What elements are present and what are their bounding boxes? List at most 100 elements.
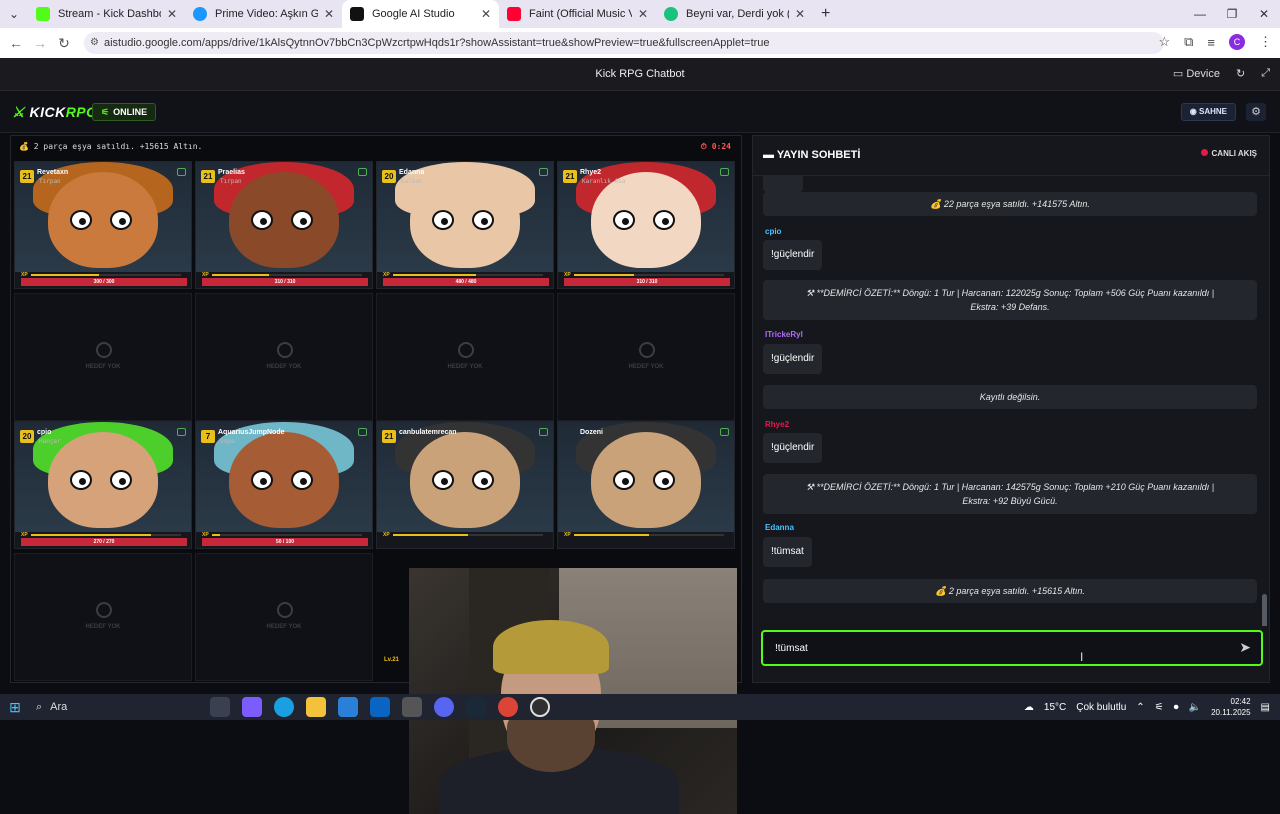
chat-username[interactable]: Edanna <box>765 523 794 532</box>
hp-bar: 480 / 480 <box>383 278 549 286</box>
address-bar-row: ← → ↻ ⚙ aistudio.google.com/apps/drive/1… <box>0 28 1280 58</box>
empty-target-label: HEDEF YOK <box>447 364 483 370</box>
status-check-icon <box>177 428 186 436</box>
chat-username[interactable]: cpio <box>765 227 781 236</box>
character-face <box>229 432 339 528</box>
character-eye <box>110 210 132 230</box>
chat-scrollbar[interactable] <box>1262 594 1267 626</box>
browser-tab-prime[interactable]: Prime Video: Aşkın Gücü ✕ <box>185 0 342 28</box>
player-name: Edanna <box>399 169 425 176</box>
sahne-button[interactable]: ◉ SAHNE <box>1180 103 1236 121</box>
new-tab-icon[interactable]: + <box>821 5 830 23</box>
character-portrait <box>558 422 734 532</box>
profile-avatar[interactable]: C <box>1229 34 1245 50</box>
maximize-icon[interactable]: ❐ <box>1216 0 1248 28</box>
fullscreen-icon[interactable]: ⤢ <box>1261 67 1270 80</box>
speaker-icon[interactable]: 🔈 <box>1189 702 1201 713</box>
close-tab-icon[interactable]: ✕ <box>638 7 648 21</box>
online-badge: ⚟ ONLINE <box>92 103 157 121</box>
close-window-icon[interactable]: ✕ <box>1248 0 1280 28</box>
xp-fill <box>31 534 151 536</box>
player-name: Revetaxn <box>37 169 69 176</box>
chat-input[interactable] <box>775 640 1215 656</box>
discord-icon[interactable] <box>434 697 454 717</box>
character-face <box>48 172 158 268</box>
minimize-icon[interactable]: — <box>1184 0 1216 28</box>
character-face <box>591 172 701 268</box>
extensions-icon[interactable]: ⧉ <box>1184 34 1193 50</box>
system-message: 💰 22 parça eşya satıldı. +141575 Altın. <box>763 192 1257 216</box>
file-explorer-icon[interactable] <box>306 697 326 717</box>
browser-tab-chatgpt[interactable]: Beyni var, Derdi yok (Yapay ✕ <box>656 0 813 28</box>
empty-target-slot: HEDEF YOK <box>557 293 735 421</box>
settings-gear-icon[interactable]: ⚙ <box>1246 103 1266 121</box>
obs-icon[interactable] <box>530 697 550 717</box>
edge-icon[interactable] <box>274 697 294 717</box>
tab-title: Google AI Studio <box>372 8 455 20</box>
reload-icon[interactable]: ↻ <box>52 35 76 52</box>
status-check-icon <box>720 428 729 436</box>
close-tab-icon[interactable]: ✕ <box>324 7 334 21</box>
media-icon[interactable]: ≡ <box>1207 35 1215 50</box>
device-label: Device <box>1186 68 1220 80</box>
character-face <box>48 432 158 528</box>
hp-bar: 270 / 270 <box>21 538 187 546</box>
chat-input-box[interactable]: ➤ <box>761 630 1263 666</box>
xp-bar <box>574 534 724 536</box>
xp-label: XP <box>383 532 390 538</box>
store-icon[interactable] <box>338 697 358 717</box>
browser-tab-kick[interactable]: Stream - Kick Dashboard ✕ <box>28 0 185 28</box>
online-label: ONLINE <box>113 107 148 117</box>
send-icon[interactable]: ➤ <box>1239 639 1251 656</box>
hp-bar: 50 / 100 <box>202 538 368 546</box>
device-button[interactable]: ▭ Device <box>1173 67 1220 80</box>
notifications-icon[interactable]: ▤ <box>1261 702 1270 713</box>
chat-username[interactable]: ITrickeRyl <box>765 330 803 339</box>
close-tab-icon[interactable]: ✕ <box>795 7 805 21</box>
chat-username[interactable]: Rhye2 <box>765 420 789 429</box>
task-view-icon[interactable] <box>210 697 230 717</box>
app-icon[interactable] <box>402 697 422 717</box>
forward-icon[interactable]: → <box>28 35 52 51</box>
windows-start-icon[interactable]: ⊞ <box>0 699 30 716</box>
xp-bar <box>31 274 181 276</box>
bookmark-star-icon[interactable]: ☆ <box>1158 34 1170 50</box>
youtube-favicon-icon <box>507 7 521 21</box>
system-tray: ☁ 15°C Çok bulutlu ⌃ ⚟ ⏺ 🔈 02:42 20.11.2… <box>1024 696 1270 718</box>
wifi-icon: ⚟ <box>101 107 110 117</box>
game-stage: 💰 2 parça eşya satıldı. +15615 Altın. ⏱ … <box>10 135 742 814</box>
back-icon[interactable]: ← <box>4 35 28 51</box>
refresh-icon[interactable]: ↻ <box>1236 67 1245 80</box>
player-name: canbulatemrecan <box>399 429 457 436</box>
player-name: Dozeni <box>580 429 603 436</box>
copilot-icon[interactable] <box>242 697 262 717</box>
xp-bar <box>574 274 724 276</box>
partial-level-label: Lv.21 <box>384 657 399 663</box>
close-tab-icon[interactable]: ✕ <box>167 7 177 21</box>
chrome-icon[interactable] <box>498 697 518 717</box>
xp-fill <box>574 534 649 536</box>
url-field[interactable]: ⚙ aistudio.google.com/apps/drive/1kAlsQy… <box>84 32 1164 54</box>
wifi-tray-icon[interactable]: ⚟ <box>1155 702 1164 713</box>
hp-bar: 310 / 310 <box>564 278 730 286</box>
xp-fill <box>393 534 468 536</box>
browser-tab-youtube[interactable]: Faint (Official Music Video) [4K ✕ <box>499 0 656 28</box>
weather-icon[interactable]: ☁ <box>1024 702 1034 713</box>
tray-chevron-icon[interactable]: ⌃ <box>1136 702 1144 713</box>
windows-taskbar: ⊞ ⌕ Ara ☁ 15°C Çok bulutlu ⌃ ⚟ ⏺ 🔈 02:42 … <box>0 694 1280 720</box>
close-tab-icon[interactable]: ✕ <box>481 7 491 21</box>
microphone-icon[interactable]: ⏺ <box>1174 702 1179 713</box>
site-info-icon[interactable]: ⚙ <box>90 32 99 54</box>
browser-tab-aistudio[interactable]: Google AI Studio ✕ <box>342 0 499 28</box>
steam-icon[interactable] <box>466 697 486 717</box>
tab-search-icon[interactable]: ⌄ <box>0 0 28 28</box>
browser-menu-icon[interactable]: ⋮ <box>1259 34 1272 50</box>
xp-bar <box>212 534 362 536</box>
outlook-icon[interactable] <box>370 697 390 717</box>
taskbar-search[interactable]: ⌕ Ara <box>30 696 180 718</box>
chat-message: !güçlendir <box>763 344 823 374</box>
empty-target-slot: HEDEF YOK <box>195 553 373 681</box>
clock[interactable]: 02:42 20.11.2025 <box>1211 696 1250 718</box>
round-timer: ⏱ 0:24 <box>700 142 731 151</box>
weather-temp: 15°C <box>1043 701 1067 713</box>
